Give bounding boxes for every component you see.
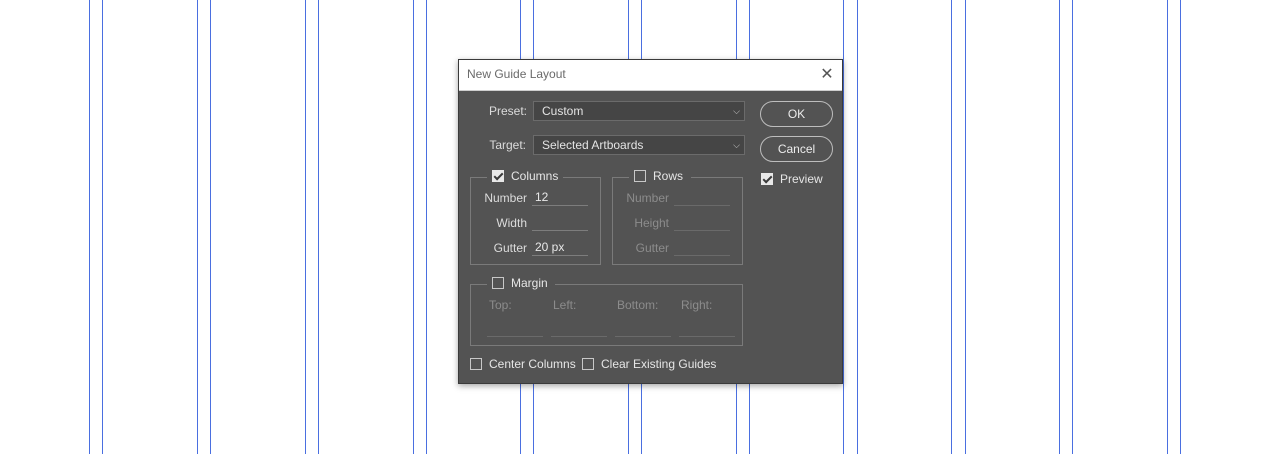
guide-line	[1059, 0, 1060, 454]
guide-line	[197, 0, 198, 454]
preview-checkbox[interactable]	[761, 173, 773, 185]
margin-top-label: Top:	[489, 298, 512, 312]
columns-gutter-label: Gutter	[493, 241, 527, 255]
columns-gutter-input[interactable]: 20 px	[532, 240, 588, 256]
clear-existing-guides-checkbox[interactable]	[582, 358, 594, 370]
rows-number-input[interactable]	[674, 190, 730, 206]
guide-line	[857, 0, 858, 454]
columns-number-label: Number	[484, 191, 527, 205]
margin-label: Margin	[511, 276, 548, 290]
cancel-button[interactable]: Cancel	[760, 136, 833, 162]
guide-line	[951, 0, 952, 454]
guide-line	[426, 0, 427, 454]
guide-line	[1072, 0, 1073, 454]
columns-number-input[interactable]: 12	[532, 190, 588, 206]
guide-line	[305, 0, 306, 454]
margin-right-label: Right:	[681, 298, 713, 312]
new-guide-layout-dialog: New Guide Layout ✕ Preset: Custom ⌵ Targ…	[458, 59, 843, 384]
dialog-title: New Guide Layout	[467, 67, 566, 81]
guide-line	[965, 0, 966, 454]
clear-existing-guides-label: Clear Existing Guides	[601, 357, 717, 371]
margin-bottom-input[interactable]	[615, 321, 671, 337]
guide-line	[1180, 0, 1181, 454]
columns-width-input[interactable]	[532, 215, 588, 231]
rows-height-label: Height	[634, 216, 669, 230]
target-select[interactable]: Selected Artboards ⌵	[533, 135, 745, 155]
margin-bottom-label: Bottom:	[617, 298, 659, 312]
guide-line	[413, 0, 414, 454]
rows-gutter-label: Gutter	[635, 241, 669, 255]
ok-button[interactable]: OK	[760, 101, 833, 127]
preset-value: Custom	[542, 104, 584, 118]
chevron-down-icon: ⌵	[733, 106, 740, 116]
preset-select[interactable]: Custom ⌵	[533, 101, 745, 121]
guide-line	[210, 0, 211, 454]
columns-width-label: Width	[496, 216, 527, 230]
margin-left-input[interactable]	[551, 321, 607, 337]
guide-line	[102, 0, 103, 454]
preset-label: Preset:	[488, 104, 527, 118]
margin-left-label: Left:	[553, 298, 577, 312]
close-icon[interactable]: ✕	[818, 66, 836, 84]
center-columns-label: Center Columns	[489, 357, 576, 371]
rows-number-label: Number	[626, 191, 669, 205]
margin-top-input[interactable]	[487, 321, 543, 337]
center-columns-checkbox[interactable]	[470, 358, 482, 370]
rows-height-input[interactable]	[674, 215, 730, 231]
dialog-titlebar[interactable]: New Guide Layout ✕	[459, 60, 842, 91]
rows-checkbox[interactable]	[634, 170, 646, 182]
rows-label: Rows	[653, 169, 684, 183]
rows-gutter-input[interactable]	[674, 240, 730, 256]
chevron-down-icon: ⌵	[733, 140, 740, 150]
margin-checkbox[interactable]	[492, 277, 504, 289]
guide-line	[89, 0, 90, 454]
target-label: Target:	[489, 138, 526, 152]
preview-label: Preview	[780, 172, 823, 186]
columns-checkbox[interactable]	[492, 170, 504, 182]
guide-line	[318, 0, 319, 454]
target-value: Selected Artboards	[542, 138, 644, 152]
columns-label: Columns	[511, 169, 559, 183]
guide-line	[1167, 0, 1168, 454]
margin-right-input[interactable]	[679, 321, 735, 337]
guide-line	[843, 0, 844, 454]
